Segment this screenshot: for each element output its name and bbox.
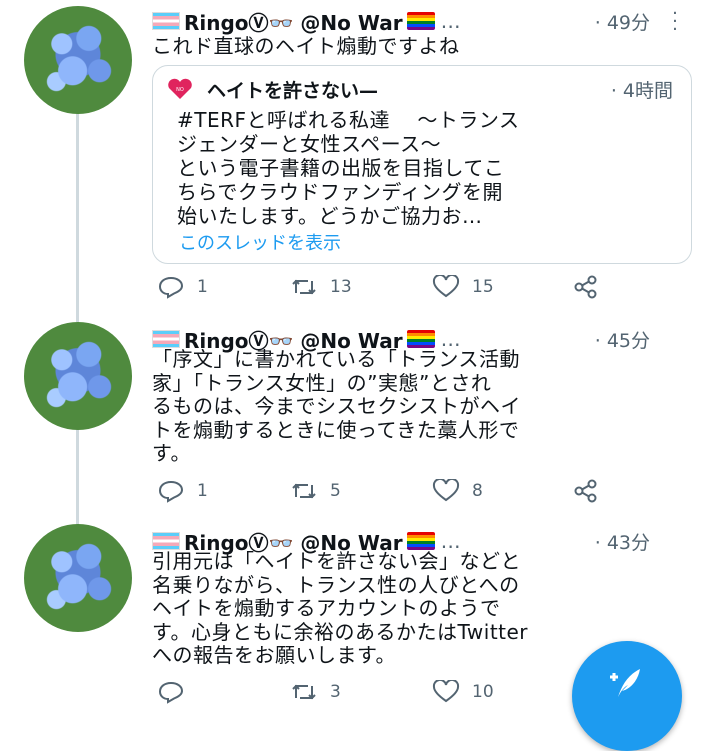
text-line: るものは、今までシスセクシストがヘイ xyxy=(152,394,521,418)
text-line: 家」「トランス女性」の”実態”とされ xyxy=(152,370,492,395)
reply-icon xyxy=(158,681,184,704)
reply-icon xyxy=(158,480,184,503)
tweet-actions: 3 10 xyxy=(152,678,612,706)
quote-author-name[interactable]: ヘイトを許さない— xyxy=(207,76,378,103)
rainbow-flag-icon xyxy=(406,532,435,550)
quote-line: 始いたします。どうかご協力お… xyxy=(177,204,483,228)
quote-line: という電子書籍の出版を目指してこ xyxy=(177,156,505,180)
more-icon[interactable]: · · · xyxy=(670,5,680,39)
quoted-tweet[interactable]: NO ヘイトを許さない— · 4時間 #TERFと呼ばれる私達 ～トランス ジェ… xyxy=(152,65,692,264)
like-count: 15 xyxy=(472,277,494,297)
retweet-count: 3 xyxy=(330,682,341,702)
tweet-actions: 1 5 8 xyxy=(152,477,612,505)
retweet-count: 13 xyxy=(330,277,352,297)
text-line: 「序文」に書かれている「トランス活動 xyxy=(152,347,520,371)
quote-line: ちらでクラウドファンディングを開 xyxy=(177,180,503,204)
text-line: 引用元は「ヘイトを許さない会」などと xyxy=(152,549,521,573)
compose-tweet-button[interactable] xyxy=(572,641,682,751)
avatar[interactable] xyxy=(24,322,132,430)
text-line: す。心身ともに余裕のあるかたはTwitter xyxy=(152,619,529,644)
like-button[interactable]: 15 xyxy=(432,275,494,299)
rainbow-flag-icon xyxy=(406,12,435,30)
tweet[interactable]: RingoⓋ👓 @No War … · 49分 · · · これド直球のヘイト煽動で… xyxy=(0,0,714,320)
quote-line: #TERFと呼ばれる私達 ～トランス xyxy=(177,108,520,132)
like-count: 10 xyxy=(472,682,494,702)
tweet[interactable]: RingoⓋ👓 @No War … · 45分 「序文」に書かれている「トランス… xyxy=(0,322,714,512)
tweet-header: RingoⓋ👓 @No War … · 49分 · · · xyxy=(152,5,714,39)
text-line: す。 xyxy=(152,441,191,465)
reply-icon xyxy=(158,276,184,299)
retweet-button[interactable]: 13 xyxy=(290,275,352,299)
retweet-count: 5 xyxy=(330,481,341,501)
quote-text: #TERFと呼ばれる私達 ～トランス ジェンダーと女性スペース～ という電子書籍… xyxy=(177,108,677,228)
reply-button[interactable] xyxy=(157,680,197,704)
retweet-button[interactable]: 3 xyxy=(290,680,341,704)
trans-flag-icon xyxy=(152,532,180,550)
tweet-actions: 1 13 15 xyxy=(152,273,612,301)
like-count: 8 xyxy=(472,481,483,501)
text-line: 名乗りながら、トランス性の人びとへの xyxy=(152,572,520,597)
like-icon xyxy=(432,680,460,703)
reply-button[interactable]: 1 xyxy=(157,275,208,299)
like-button[interactable]: 8 xyxy=(432,479,483,503)
text-line: トを煽動するときに使ってきた藁人形で xyxy=(152,417,520,442)
ellipsis: … xyxy=(440,9,461,33)
like-button[interactable]: 10 xyxy=(432,680,494,704)
display-name[interactable]: RingoⓋ👓 @No War xyxy=(184,7,403,36)
share-button[interactable] xyxy=(572,275,600,299)
like-icon xyxy=(432,275,460,298)
retweet-icon xyxy=(292,684,316,700)
reply-button[interactable]: 1 xyxy=(157,479,208,503)
share-icon xyxy=(574,479,597,503)
reply-count: 1 xyxy=(197,481,208,501)
share-icon xyxy=(574,275,597,299)
quote-timestamp: · 4時間 xyxy=(610,79,673,102)
timestamp[interactable]: · 49分 xyxy=(595,8,650,35)
quote-header: NO ヘイトを許さない— · 4時間 xyxy=(167,74,673,104)
quote-line: ジェンダーと女性スペース～ xyxy=(177,132,442,156)
trans-flag-icon xyxy=(152,12,180,30)
trans-flag-icon xyxy=(152,330,180,348)
avatar[interactable] xyxy=(24,524,132,632)
compose-icon xyxy=(604,663,644,711)
like-icon xyxy=(432,479,460,502)
rainbow-flag-icon xyxy=(406,330,435,348)
retweet-icon xyxy=(292,279,316,295)
tweet-text: 「序文」に書かれている「トランス活動 家」「トランス女性」の”実態”とされ るも… xyxy=(152,347,692,466)
tweet-text: これド直球のヘイト煽動ですよね xyxy=(152,34,460,58)
avatar[interactable] xyxy=(24,6,132,114)
no-hate-heart-icon: NO xyxy=(167,78,193,100)
reply-count: 1 xyxy=(197,277,208,297)
show-thread-link[interactable]: このスレッドを表示 xyxy=(179,229,341,255)
share-button[interactable] xyxy=(572,479,600,503)
svg-text:NO: NO xyxy=(176,87,184,93)
retweet-icon xyxy=(292,483,316,499)
retweet-button[interactable]: 5 xyxy=(290,479,341,503)
text-line: ヘイトを煽動するアカウントのようで xyxy=(152,596,501,620)
